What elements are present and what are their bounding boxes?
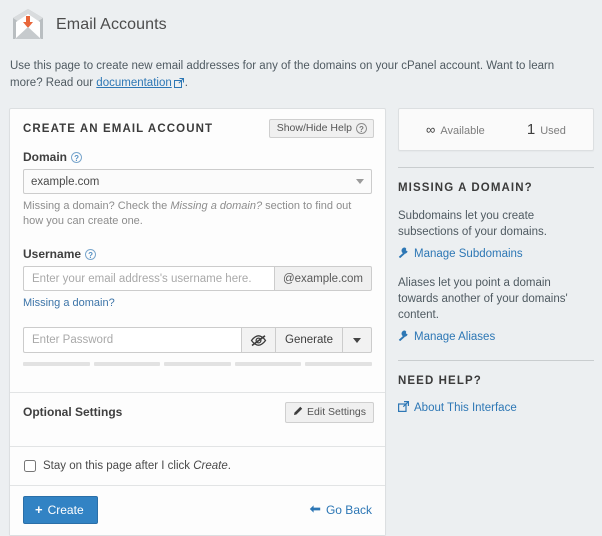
wrench-icon: [398, 330, 409, 344]
question-circle-icon[interactable]: ?: [71, 152, 82, 163]
strength-segment: [235, 362, 302, 366]
show-hide-help-button[interactable]: Show/Hide Help ?: [269, 119, 374, 138]
intro-text-before: Use this page to create new email addres…: [10, 60, 554, 89]
sidebar: ∞ Available 1 Used MISSING A DOMAIN? Sub…: [398, 108, 594, 415]
domain-label: Domain: [23, 150, 67, 164]
stay-on-page-label[interactable]: Stay on this page after I click Create.: [43, 460, 231, 472]
strength-segment: [164, 362, 231, 366]
intro-text-after: .: [185, 77, 188, 89]
eye-slash-icon[interactable]: [241, 327, 275, 353]
stay-text-italic: Create: [193, 460, 228, 472]
stat-available: ∞ Available: [426, 122, 485, 137]
used-value: 1: [527, 121, 535, 138]
stay-text-after: .: [228, 460, 231, 472]
available-value: ∞: [426, 122, 435, 137]
panel-body: Domain ? example.com Missing a domain? C…: [10, 150, 385, 378]
password-strength-meter: [23, 362, 372, 366]
domain-select[interactable]: example.com: [23, 169, 372, 194]
edit-settings-label: Edit Settings: [307, 407, 366, 418]
password-options-dropdown-button[interactable]: [342, 327, 372, 353]
optional-settings-title: Optional Settings: [23, 405, 122, 419]
username-domain-addon: @example.com: [274, 266, 372, 291]
missing-a-domain-link[interactable]: Missing a domain?: [23, 297, 115, 309]
password-input-group: Generate: [23, 327, 372, 353]
chevron-down-icon: [353, 338, 361, 343]
strength-segment: [305, 362, 372, 366]
stat-used: 1 Used: [527, 121, 566, 138]
create-email-panel: CREATE AN EMAIL ACCOUNT Show/Hide Help ?…: [9, 108, 386, 536]
stay-on-page-checkbox[interactable]: [24, 460, 36, 472]
pencil-icon: [293, 406, 303, 419]
external-link-icon: [174, 77, 184, 94]
main-column: CREATE AN EMAIL ACCOUNT Show/Hide Help ?…: [9, 108, 386, 536]
page-root: Email Accounts Use this page to create n…: [0, 0, 602, 502]
email-envelope-icon: [10, 8, 46, 42]
plus-icon: +: [35, 503, 43, 516]
arrow-left-icon: [309, 503, 321, 517]
stay-on-page-row: Stay on this page after I click Create.: [10, 447, 385, 485]
create-button-label: Create: [48, 503, 84, 517]
page-header: Email Accounts: [0, 0, 602, 44]
domain-select-wrap: example.com: [23, 169, 372, 194]
about-this-interface-label: About This Interface: [414, 402, 517, 414]
generate-label: Generate: [285, 334, 333, 346]
go-back-link[interactable]: Go Back: [309, 503, 372, 517]
panel-title: CREATE AN EMAIL ACCOUNT: [23, 123, 213, 135]
sidebar-divider: [398, 360, 594, 361]
create-button[interactable]: + Create: [23, 496, 98, 524]
documentation-link[interactable]: documentation: [96, 77, 171, 89]
sidebar-divider: [398, 167, 594, 168]
available-label: Available: [440, 125, 484, 137]
go-back-label: Go Back: [326, 503, 372, 517]
optional-settings-row: Optional Settings Edit Settings: [10, 393, 385, 432]
page-title: Email Accounts: [56, 16, 167, 34]
generate-password-button[interactable]: Generate: [275, 327, 342, 353]
need-help-heading: NEED HELP?: [398, 375, 594, 387]
username-input[interactable]: [23, 266, 274, 291]
subdomain-description: Subdomains let you create subsections of…: [398, 208, 594, 240]
used-label: Used: [540, 125, 566, 137]
missing-domain-heading: MISSING A DOMAIN?: [398, 182, 594, 194]
manage-aliases-label: Manage Aliases: [414, 331, 495, 343]
edit-settings-button[interactable]: Edit Settings: [285, 402, 374, 423]
wrench-icon: [398, 247, 409, 261]
manage-subdomains-label: Manage Subdomains: [414, 248, 523, 260]
panel-header: CREATE AN EMAIL ACCOUNT Show/Hide Help ?: [10, 109, 385, 146]
panel-footer: + Create Go Back: [10, 485, 385, 535]
password-input[interactable]: [23, 327, 241, 353]
strength-segment: [23, 362, 90, 366]
username-input-group: @example.com: [23, 266, 372, 291]
alias-description: Aliases let you point a domain towards a…: [398, 275, 594, 323]
manage-subdomains-link[interactable]: Manage Subdomains: [398, 247, 523, 261]
question-circle-icon: ?: [356, 123, 367, 134]
domain-label-row: Domain ?: [23, 150, 372, 164]
strength-segment: [94, 362, 161, 366]
domain-hint: Missing a domain? Check the Missing a do…: [23, 199, 372, 229]
username-label: Username: [23, 247, 81, 261]
external-link-icon: [398, 401, 409, 415]
content-columns: CREATE AN EMAIL ACCOUNT Show/Hide Help ?…: [0, 94, 602, 536]
intro-paragraph: Use this page to create new email addres…: [0, 44, 602, 94]
username-label-row: Username ?: [23, 247, 372, 261]
stay-text-before: Stay on this page after I click: [43, 460, 193, 472]
email-accounts-stat-card: ∞ Available 1 Used: [398, 108, 594, 151]
manage-aliases-link[interactable]: Manage Aliases: [398, 330, 495, 344]
domain-hint-before: Missing a domain? Check the: [23, 200, 170, 212]
about-this-interface-link[interactable]: About This Interface: [398, 401, 517, 415]
show-hide-help-label: Show/Hide Help: [277, 123, 352, 134]
question-circle-icon[interactable]: ?: [85, 249, 96, 260]
domain-hint-italic: Missing a domain?: [170, 200, 262, 212]
